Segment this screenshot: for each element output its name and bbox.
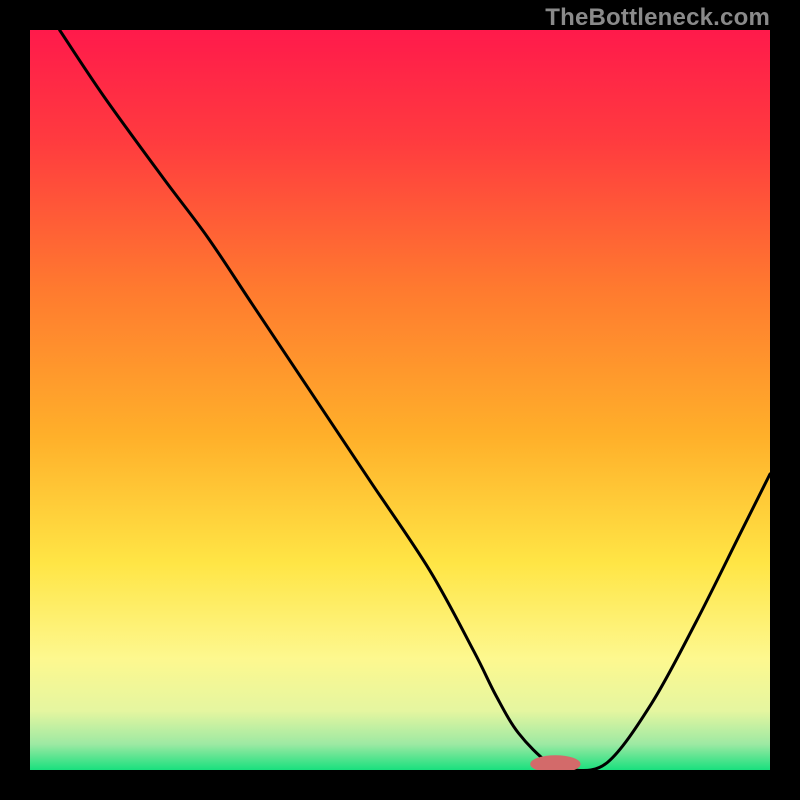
chart-background: [30, 30, 770, 770]
plot-area: [30, 30, 770, 770]
chart-frame: TheBottleneck.com: [0, 0, 800, 800]
watermark-text: TheBottleneck.com: [545, 4, 770, 32]
bottleneck-chart: [30, 30, 770, 770]
